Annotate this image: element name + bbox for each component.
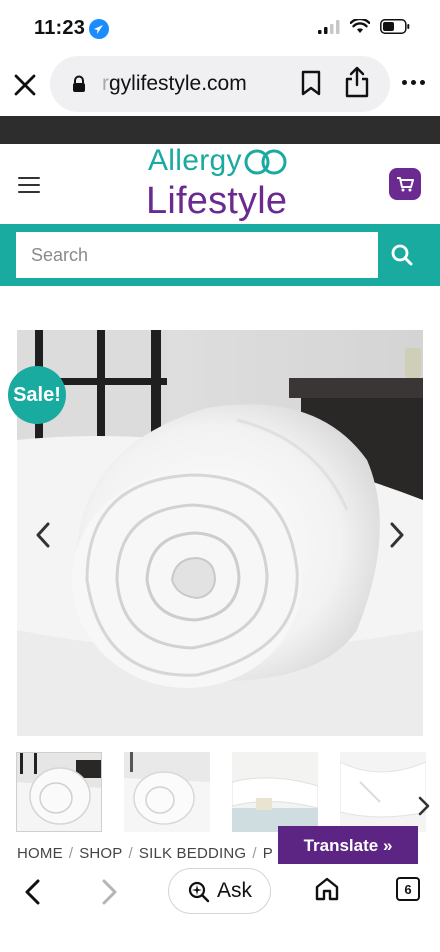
search-band (0, 224, 440, 286)
status-bar: 11:23 (0, 0, 440, 56)
product-image[interactable] (17, 330, 423, 736)
url-domain-text: gylifestyle.com (109, 72, 247, 95)
tabs-count-button[interactable]: 6 (396, 877, 420, 901)
url-faded-text: r (102, 72, 109, 95)
browser-bottom-toolbar: Ask 6 (0, 864, 440, 952)
address-bar[interactable]: rgylifestyle.com (50, 56, 390, 112)
search-input[interactable] (16, 232, 378, 278)
logo-text-top: Allergy (148, 144, 242, 177)
close-icon[interactable] (12, 72, 38, 98)
sparkle-search-icon (188, 881, 210, 903)
thumbnail-1[interactable] (16, 752, 102, 832)
wifi-icon (350, 19, 370, 33)
cart-icon (397, 177, 414, 192)
status-time: 11:23 (34, 17, 86, 39)
browser-address-row: rgylifestyle.com (0, 56, 440, 116)
breadcrumb-silk-bedding[interactable]: SILK BEDDING (139, 845, 246, 862)
lock-icon (72, 75, 86, 98)
breadcrumb-shop[interactable]: SHOP (79, 845, 122, 862)
site-header: Allergy Lifestyle (0, 144, 440, 224)
next-image-arrow-icon[interactable] (382, 520, 412, 550)
bookmark-icon[interactable] (300, 70, 322, 101)
share-icon[interactable] (344, 66, 370, 103)
breadcrumb-truncated[interactable]: P (263, 845, 273, 862)
hamburger-menu-icon[interactable] (18, 177, 40, 193)
ask-button[interactable]: Ask (168, 868, 271, 914)
site-logo[interactable]: Allergy Lifestyle (146, 144, 296, 224)
thumbnail-strip (16, 752, 440, 832)
sale-badge: Sale! (8, 366, 66, 424)
rolled-duvet-photo (17, 330, 423, 736)
breadcrumb-home[interactable]: HOME (17, 845, 63, 862)
back-arrow-icon[interactable] (22, 878, 42, 911)
battery-icon (380, 19, 410, 34)
forward-arrow-icon[interactable] (100, 878, 120, 911)
more-options-icon[interactable] (402, 80, 425, 85)
thumbnail-3[interactable] (232, 752, 318, 832)
cart-button[interactable] (389, 168, 421, 200)
translate-button[interactable]: Translate » (278, 826, 418, 866)
prev-image-arrow-icon[interactable] (28, 520, 58, 550)
url-text: rgylifestyle.com (102, 72, 247, 96)
thumbnail-next-arrow-icon[interactable] (418, 796, 430, 821)
logo-rings-icon (244, 149, 287, 175)
ask-label: Ask (216, 879, 252, 902)
breadcrumb: HOME / SHOP / SILK BEDDING / P (17, 845, 273, 862)
status-icons (318, 19, 410, 34)
thumbnail-4[interactable] (340, 752, 426, 832)
thumbnail-2[interactable] (124, 752, 210, 832)
cellular-signal-icon (318, 19, 340, 34)
location-arrow-icon (89, 19, 109, 39)
top-announcement-strip (0, 116, 440, 144)
search-button[interactable] (380, 232, 424, 278)
home-icon[interactable] (314, 876, 340, 907)
logo-text-bottom: Lifestyle (146, 180, 288, 222)
search-icon (391, 244, 413, 266)
